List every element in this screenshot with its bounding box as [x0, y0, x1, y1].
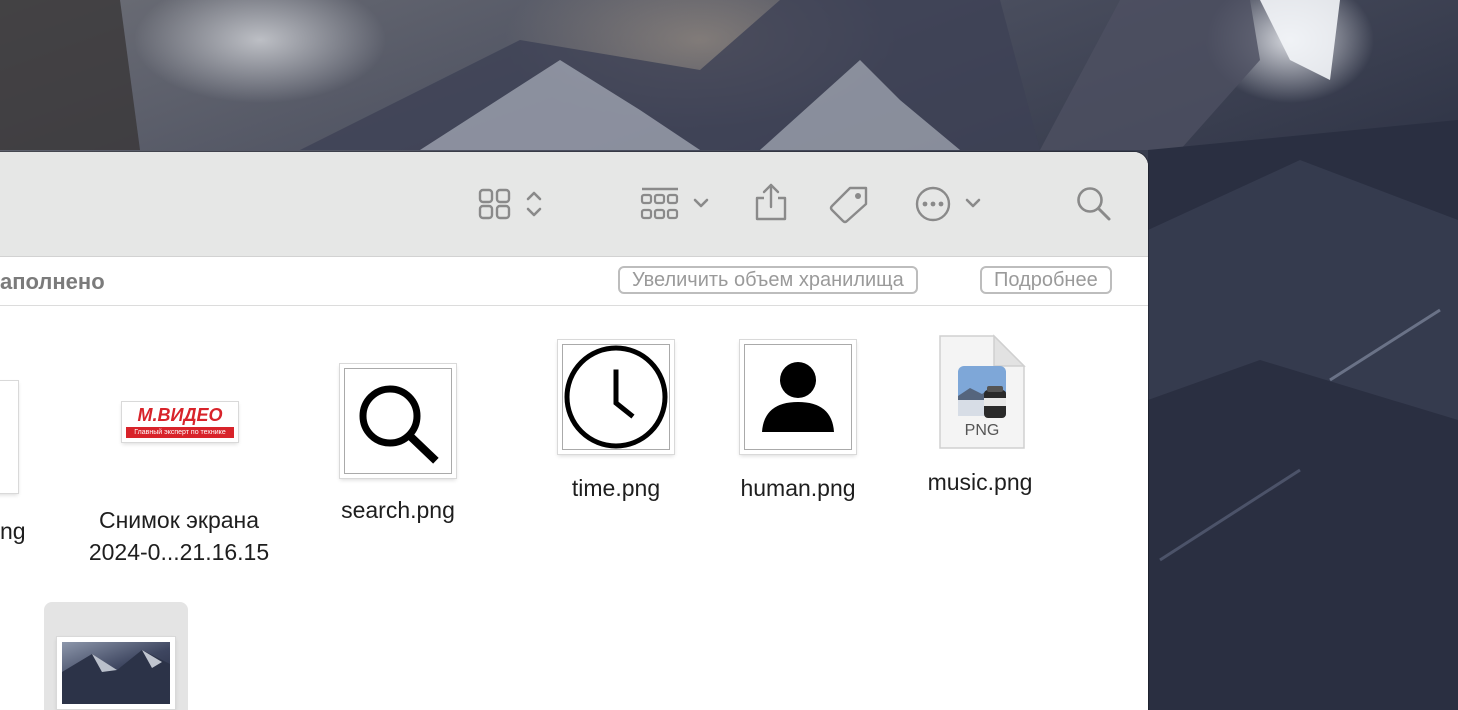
brand-tagline: Главный эксперт по технике	[126, 427, 234, 438]
file-item[interactable]: PNG music.png	[902, 334, 1058, 504]
more-icon[interactable]	[914, 185, 952, 223]
share-icon[interactable]	[754, 182, 788, 222]
search-icon[interactable]	[1075, 185, 1113, 223]
file-item[interactable]: М.ВИДЕО Главный эксперт по технике Снимо…	[70, 397, 290, 567]
view-grid-icon[interactable]	[478, 188, 512, 220]
file-item[interactable]: ng	[0, 377, 60, 557]
tag-icon[interactable]	[828, 184, 870, 224]
toolbar	[0, 152, 1148, 257]
storage-status: аполнено	[0, 269, 105, 294]
file-name-line2: 2024-0...21.16.15	[88, 539, 270, 565]
file-name: search.png	[341, 497, 455, 523]
file-type-badge: PNG	[964, 422, 1000, 439]
file-name-line1: Снимок экрана	[98, 507, 260, 533]
chevron-down-icon[interactable]	[692, 196, 710, 210]
group-icon[interactable]	[640, 186, 680, 222]
details-button[interactable]: Подробнее	[980, 266, 1112, 294]
search-icon	[359, 385, 439, 464]
file-thumbnail	[0, 381, 18, 493]
increase-storage-button[interactable]: Увеличить объем хранилища	[618, 266, 918, 294]
png-document-icon: PNG	[938, 334, 1026, 450]
file-thumbnail	[57, 637, 175, 709]
clock-icon	[564, 345, 668, 449]
file-name: time.png	[571, 475, 661, 501]
file-thumbnail: М.ВИДЕО Главный эксперт по технике	[122, 402, 238, 442]
file-thumbnail	[740, 340, 856, 454]
file-name: music.png	[927, 469, 1033, 495]
storage-bar	[0, 257, 1148, 306]
person-icon	[762, 362, 834, 432]
file-item-selected[interactable]	[44, 602, 188, 710]
file-item[interactable]: human.png	[720, 340, 876, 510]
file-name: human.png	[740, 475, 856, 501]
file-thumbnail	[558, 340, 674, 454]
file-name: ng	[0, 518, 26, 544]
file-thumbnail	[340, 364, 456, 478]
file-item[interactable]: search.png	[320, 362, 476, 532]
file-item[interactable]: time.png	[538, 340, 694, 510]
chevron-down-icon[interactable]	[964, 196, 982, 210]
chevron-updown-icon[interactable]	[525, 189, 543, 219]
finder-window: аполнено Увеличить объем хранилища Подро…	[0, 152, 1148, 710]
brand-logo: М.ВИДЕО	[137, 405, 223, 425]
